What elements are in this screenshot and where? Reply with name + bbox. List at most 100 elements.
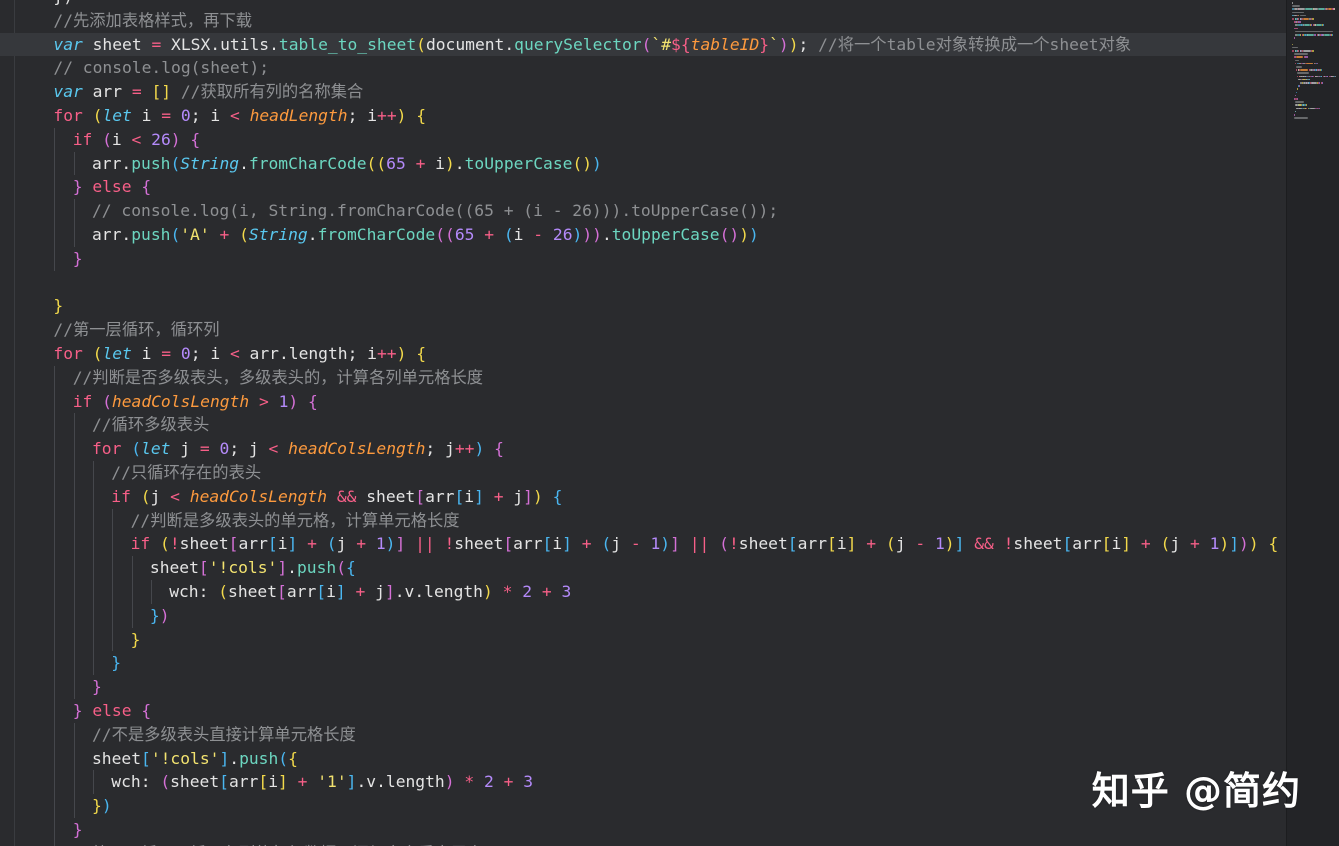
code-token: 0 — [180, 105, 191, 125]
code-token: ( — [719, 534, 729, 554]
code-line[interactable]: } — [0, 651, 1286, 676]
indent-guide — [54, 413, 56, 438]
code-token: ; i — [190, 105, 230, 125]
code-token: } — [53, 296, 64, 316]
code-token: 1 — [934, 534, 945, 554]
code-line[interactable]: //判断是否多级表头，多级表头的，计算各列单元格长度 — [0, 365, 1286, 390]
code-line[interactable]: sheet['!cols'].push({ — [0, 556, 1286, 580]
minimap-stroke — [1334, 8, 1335, 10]
code-token: ) — [660, 534, 671, 554]
minimap-stroke — [1322, 75, 1324, 78]
code-line[interactable] — [0, 271, 1286, 295]
code-line[interactable]: // console.log(i, String.fromCharCode((6… — [0, 199, 1286, 223]
code-line[interactable]: if (i < 26) { — [0, 127, 1286, 152]
code-line[interactable]: //不是多级表头直接计算单元格长度 — [0, 722, 1286, 747]
code-token: 2 — [522, 581, 533, 601]
minimap-stroke — [1307, 34, 1315, 36]
code-line[interactable]: //先添加表格样式，再下载 — [0, 9, 1286, 33]
minimap-stroke — [1318, 8, 1326, 10]
code-area[interactable]: })//先添加表格样式，再下载var sheet = XLSX.utils.ta… — [0, 0, 1286, 846]
code-token: = — [151, 34, 162, 54]
code-token: sheet — [356, 486, 416, 506]
code-token: )) — [582, 224, 602, 244]
code-token: ; j — [229, 439, 269, 459]
code-line[interactable]: arr.push('A' + (String.fromCharCode((65 … — [0, 222, 1286, 247]
code-token: let — [102, 343, 132, 363]
code-token: ) — [778, 34, 789, 54]
code-token: i — [836, 534, 847, 554]
indent-guide — [112, 627, 114, 652]
code-line[interactable]: if (headColsLength > 1) { — [0, 389, 1286, 414]
code-token: ( — [278, 748, 289, 768]
code-line[interactable]: for (let j = 0; j < headColsLength; j++)… — [0, 437, 1286, 461]
code-line[interactable]: //只循环存在的表头 — [0, 460, 1286, 485]
code-line[interactable]: if (!sheet[arr[i] + (j + 1)] || !sheet[a… — [0, 532, 1286, 557]
code-line[interactable]: wch: (sheet[arr[i] + j].v.length) * 2 + … — [0, 579, 1286, 604]
code-line[interactable]: //第二层循环，循环各列的每行数据，添加文字垂直居中 — [0, 841, 1286, 846]
code-line[interactable]: } — [0, 675, 1286, 699]
code-line[interactable]: } else { — [0, 175, 1286, 200]
code-token: ! — [444, 534, 455, 554]
code-token: 1 — [278, 391, 289, 411]
minimap-stroke — [1294, 30, 1334, 33]
code-token: push — [131, 153, 171, 173]
code-editor[interactable]: })//先添加表格样式，再下载var sheet = XLSX.utils.ta… — [0, 0, 1286, 846]
code-line[interactable]: } — [0, 294, 1286, 318]
code-line[interactable]: }) — [0, 603, 1286, 628]
code-token: ++ — [454, 439, 475, 459]
code-token: for — [92, 439, 122, 459]
code-token: '!cols' — [150, 748, 220, 768]
indent-guide — [54, 651, 56, 676]
code-token: ++ — [376, 343, 397, 363]
minimap[interactable] — [1286, 0, 1339, 846]
indent-guide — [150, 579, 152, 604]
code-line[interactable]: } — [0, 627, 1286, 652]
code-line[interactable]: var arr = [] //获取所有列的名称集合 — [0, 80, 1286, 104]
code-token: 'A' — [180, 224, 210, 244]
code-line[interactable]: }) — [0, 0, 1286, 9]
indent-guide — [54, 175, 56, 200]
code-token: ) — [739, 224, 749, 244]
code-line[interactable]: } — [0, 817, 1286, 842]
code-token: arr.length; i — [239, 343, 377, 363]
code-token: + — [307, 534, 317, 554]
indent-guide — [73, 651, 75, 676]
code-token: ( — [131, 439, 142, 459]
code-line[interactable]: //第一层循环，循环列 — [0, 318, 1286, 342]
code-token: tableID — [690, 34, 760, 54]
code-token: ; j — [425, 439, 455, 459]
code-line[interactable]: for (let i = 0; i < headLength; i++) { — [0, 104, 1286, 128]
code-line[interactable]: } — [0, 246, 1286, 271]
code-token: document. — [425, 34, 515, 54]
code-token: //获取所有列的名称集合 — [180, 82, 364, 102]
code-line[interactable]: var sheet = XLSX.utils.table_to_sheet(do… — [0, 32, 1286, 57]
minimap-stroke — [1298, 50, 1299, 52]
indent-guide — [54, 508, 56, 533]
code-token: && — [974, 534, 994, 554]
minimap-stroke — [1305, 62, 1314, 65]
code-token: + — [356, 534, 366, 554]
indent-guide — [54, 365, 56, 390]
code-token: { — [288, 748, 298, 768]
code-line[interactable]: // console.log(sheet); — [0, 56, 1286, 80]
code-line[interactable]: for (let i = 0; i < arr.length; i++) { — [0, 342, 1286, 366]
code-line[interactable]: } else { — [0, 698, 1286, 723]
code-line[interactable]: //循环多级表头 — [0, 413, 1286, 438]
code-line[interactable]: arr.push(String.fromCharCode((65 + i).to… — [0, 151, 1286, 176]
code-line[interactable]: //判断是多级表头的单元格，计算单元格长度 — [0, 508, 1286, 533]
zhihu-watermark: 知乎 @简约 — [1091, 769, 1301, 813]
code-token: arr — [238, 534, 268, 554]
code-token: arr — [425, 486, 455, 506]
minimap-stroke — [1300, 69, 1309, 71]
code-line[interactable]: if (j < headColsLength && sheet[arr[i] +… — [0, 484, 1286, 509]
code-token: } — [72, 819, 83, 839]
